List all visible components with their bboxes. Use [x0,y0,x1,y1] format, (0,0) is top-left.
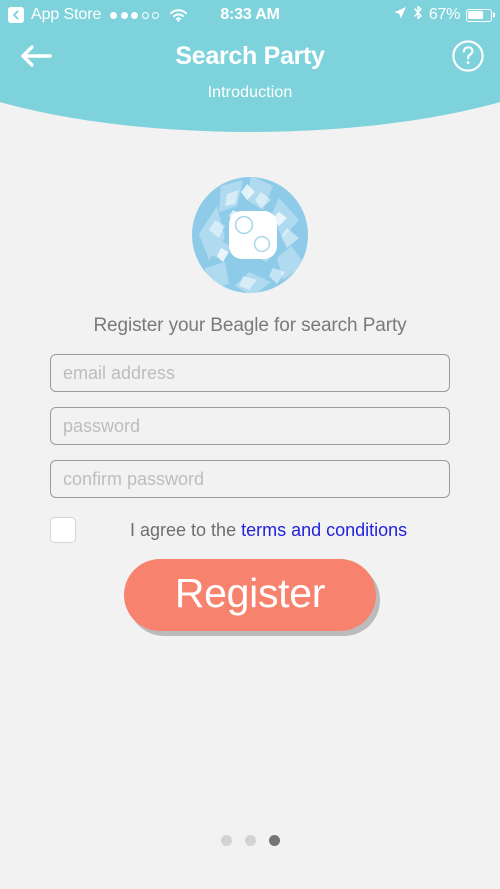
wifi-icon [170,8,188,22]
form-heading: Register your Beagle for search Party [93,315,407,336]
question-mark-circle-icon [451,39,485,78]
back-to-app-icon[interactable] [8,7,24,23]
register-button[interactable]: Register [124,559,376,631]
battery-icon [466,8,492,22]
signal-strength-icon [110,11,160,19]
terms-checkbox[interactable] [50,517,76,543]
terms-agreement-row: I agree to the terms and conditions [50,514,450,546]
battery-percent-label: 67% [428,6,460,23]
terms-prefix-text: I agree to the [130,519,242,540]
email-input[interactable] [50,354,450,392]
terms-label: I agree to the terms and conditions [130,520,407,541]
password-input[interactable] [50,407,450,445]
location-arrow-icon [393,5,407,25]
page-dot-1[interactable] [220,835,232,846]
help-button[interactable] [450,39,486,78]
terms-and-conditions-link[interactable]: terms and conditions [241,520,407,540]
status-bar-left: App Store [8,6,188,24]
navigation-bar: Search Party [0,30,500,86]
page-title: Search Party [175,42,325,70]
status-bar: App Store 8:33 AM 67% [0,0,500,30]
bluetooth-icon [413,5,423,25]
page-dot-3[interactable] [268,835,280,846]
page-dot-2[interactable] [244,835,256,846]
confirm-password-input[interactable] [50,460,450,498]
status-bar-right: 67% [393,5,492,25]
carrier-label[interactable]: App Store [31,6,101,24]
page-subtitle: Introduction [207,84,293,101]
page-indicator [0,835,500,846]
beagle-device-logo [191,176,309,294]
